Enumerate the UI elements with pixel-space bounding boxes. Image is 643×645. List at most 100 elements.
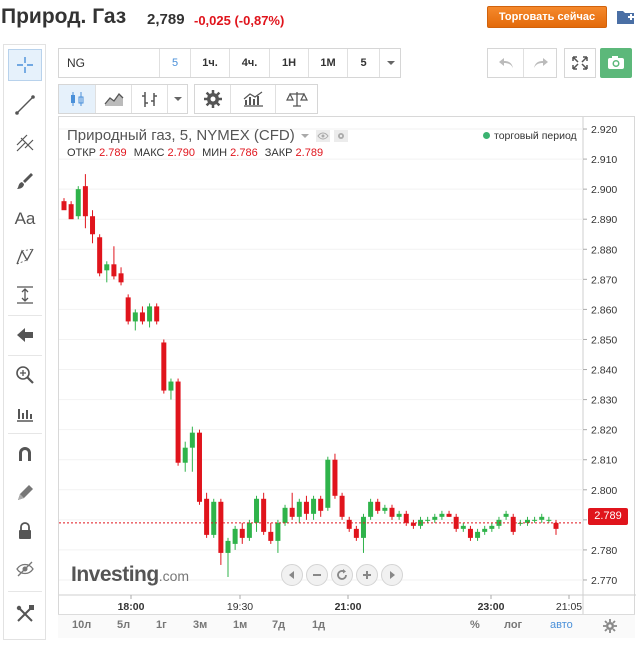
range-7d[interactable]: 7д [272,619,285,631]
zoom-out-button[interactable] [306,564,328,586]
interval-bar: NG 5 1ч. 4ч. 1Н 1М 5 [58,48,401,78]
y-tick-label: 2.780 [591,545,617,557]
range-1m[interactable]: 1м [233,619,247,631]
remove-drawings-tool[interactable] [8,319,42,351]
chart-type-bar [58,84,188,114]
y-tick-label: 2.870 [591,274,617,286]
plus-icon [363,571,371,579]
range-10y[interactable]: 10л [72,619,91,631]
interval-4h[interactable]: 4ч. [229,49,269,77]
close-value: 2.789 [295,147,324,159]
tools-cross-icon [16,605,34,622]
zoom-in-button[interactable] [356,564,378,586]
drawing-mode-tool[interactable] [8,477,42,509]
scroll-right-button[interactable] [381,564,403,586]
brush-tool[interactable] [8,165,42,197]
magnet-tool[interactable] [8,438,42,470]
trade-now-button[interactable]: Торговать сейчас [487,6,607,28]
y-tick-label: 2.880 [591,244,617,256]
candle-body [460,525,466,529]
indicators-button[interactable] [230,85,275,113]
symbol-input[interactable]: NG [67,56,85,70]
high-label: МАКС [133,147,165,159]
compare-button[interactable] [275,85,318,113]
interval-5[interactable]: 5 [159,49,190,77]
redo-button[interactable] [523,49,557,77]
price-change: -0,025 (-0,87%) [194,13,285,28]
candle-body [161,342,167,391]
reset-button[interactable] [331,564,353,586]
lock-tool[interactable] [8,515,42,547]
area-style-button[interactable] [95,85,131,113]
candle-body [432,516,438,520]
text-tool[interactable]: Aa [8,203,42,235]
candle-body [168,381,174,391]
x-tick-label: 19:30 [227,601,253,613]
price-chart[interactable]: 2.920 2.910 2.900 2.890 2.880 2.870 2.860 2.850… [59,117,636,615]
area-chart-icon [104,92,123,106]
percent-scale-button[interactable]: % [470,619,480,631]
snapshot-button[interactable] [600,48,632,78]
range-5y[interactable]: 5л [117,619,130,631]
interval-1h[interactable]: 1ч. [190,49,229,77]
pitchfork-tool[interactable] [8,127,42,159]
eye-icon[interactable] [315,129,330,142]
candles-style-button[interactable] [59,85,95,113]
bars-style-button[interactable] [131,85,167,113]
chart-settings-button[interactable] [603,619,617,638]
gear-icon [203,90,222,108]
candle-body [489,525,495,529]
status-dot-icon [483,132,490,139]
caret-down-icon [386,61,395,65]
low-value: 2.786 [230,147,258,159]
legend-settings-icon[interactable] [334,129,349,142]
chart-legend: Природный газ, 5, NYMEX (CFD) ОТКР 2.789… [67,127,349,159]
chart-area[interactable]: 2.920 2.910 2.900 2.890 2.880 2.870 2.860 2.850… [58,116,636,638]
pitchfork-icon [16,134,34,152]
interval-1w[interactable]: 1Н [269,49,308,77]
y-tick-label: 2.910 [591,154,617,166]
candle-body [311,498,317,514]
range-3m[interactable]: 3м [193,619,207,631]
chart-style-dropdown[interactable] [167,85,188,113]
open-value: 2.789 [99,147,127,159]
chart-navigation [281,564,403,586]
hide-drawings-tool[interactable] [8,553,42,585]
crosshair-tool[interactable] [8,49,42,81]
y-tick-label: 2.840 [591,365,617,377]
folder-add-button[interactable] [614,6,638,28]
candle-body [353,528,359,538]
candle-body [396,513,402,517]
candle-body [475,531,481,538]
measure-bars-tool[interactable] [8,397,42,429]
header: Природ. Газ 2,789 -0,025 (-0,87%) Торгов… [0,0,643,40]
candle-body [254,498,260,523]
zoom-tool[interactable] [8,359,42,391]
pattern-tool[interactable] [8,241,42,273]
x-tick-label: 18:00 [118,601,145,613]
trend-line-tool[interactable] [8,89,42,121]
line-icon [15,95,35,115]
undo-button[interactable] [488,49,523,77]
measure-icon [17,286,33,304]
interval-dropdown[interactable]: 5 [347,49,379,77]
delete-tools-tool[interactable] [8,598,42,630]
fullscreen-button[interactable] [564,48,596,78]
interval-dropdown-toggle[interactable] [379,49,401,77]
range-1y[interactable]: 1г [156,619,167,631]
log-scale-button[interactable]: лог [504,619,522,631]
auto-scale-button[interactable]: авто [550,619,573,631]
session-status-label: торговый период [494,130,577,142]
eye-hidden-icon [16,561,34,577]
scroll-left-button[interactable] [281,564,303,586]
candle-body [303,501,309,514]
candle-body [175,381,181,463]
candle-body [482,528,488,532]
settings-button[interactable] [195,85,230,113]
interval-1m[interactable]: 1М [308,49,347,77]
ohlc-values: ОТКР 2.789 МАКС 2.790 МИН 2.786 ЗАКР 2.7… [67,147,348,159]
measure-tool[interactable] [8,279,42,311]
legend-caret-icon[interactable] [299,131,311,141]
candle-body [546,519,552,521]
range-1d[interactable]: 1д [312,619,325,631]
